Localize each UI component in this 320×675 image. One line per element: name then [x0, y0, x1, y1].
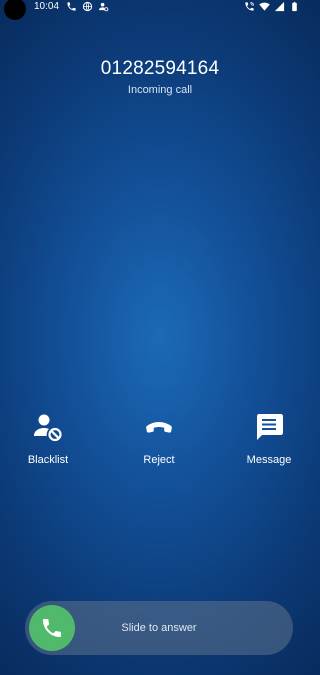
reject-label: Reject — [143, 454, 175, 466]
status-time: 10:04 — [34, 1, 60, 12]
battery-icon — [292, 1, 297, 12]
status-icons-right — [244, 1, 300, 12]
status-bar: 10:04 — [0, 0, 320, 20]
cellular-signal-icon — [274, 1, 285, 12]
reject-button[interactable]: Reject — [114, 410, 204, 466]
wifi-icon — [259, 2, 270, 11]
hang-up-icon — [146, 422, 172, 433]
status-icons-left — [66, 1, 109, 12]
wifi-calling-icon — [245, 1, 255, 11]
block-contact-icon — [34, 414, 62, 442]
caller-number: 01282594164 — [100, 58, 220, 79]
blacklist-label: Blacklist — [27, 454, 69, 466]
account-sync-icon — [98, 2, 109, 12]
phone-icon — [67, 2, 76, 11]
answer-call-handle[interactable] — [29, 605, 75, 651]
camera-cutout — [4, 0, 26, 20]
call-state-label: Incoming call — [127, 84, 193, 96]
blacklist-button[interactable]: Blacklist — [3, 410, 93, 466]
vpn-globe-icon — [82, 1, 93, 12]
message-label: Message — [246, 454, 292, 466]
answer-slider-track[interactable]: Slide to answer — [25, 601, 293, 655]
phone-answer-icon — [43, 619, 61, 637]
message-icon — [257, 414, 283, 440]
message-button[interactable]: Message — [224, 410, 314, 466]
